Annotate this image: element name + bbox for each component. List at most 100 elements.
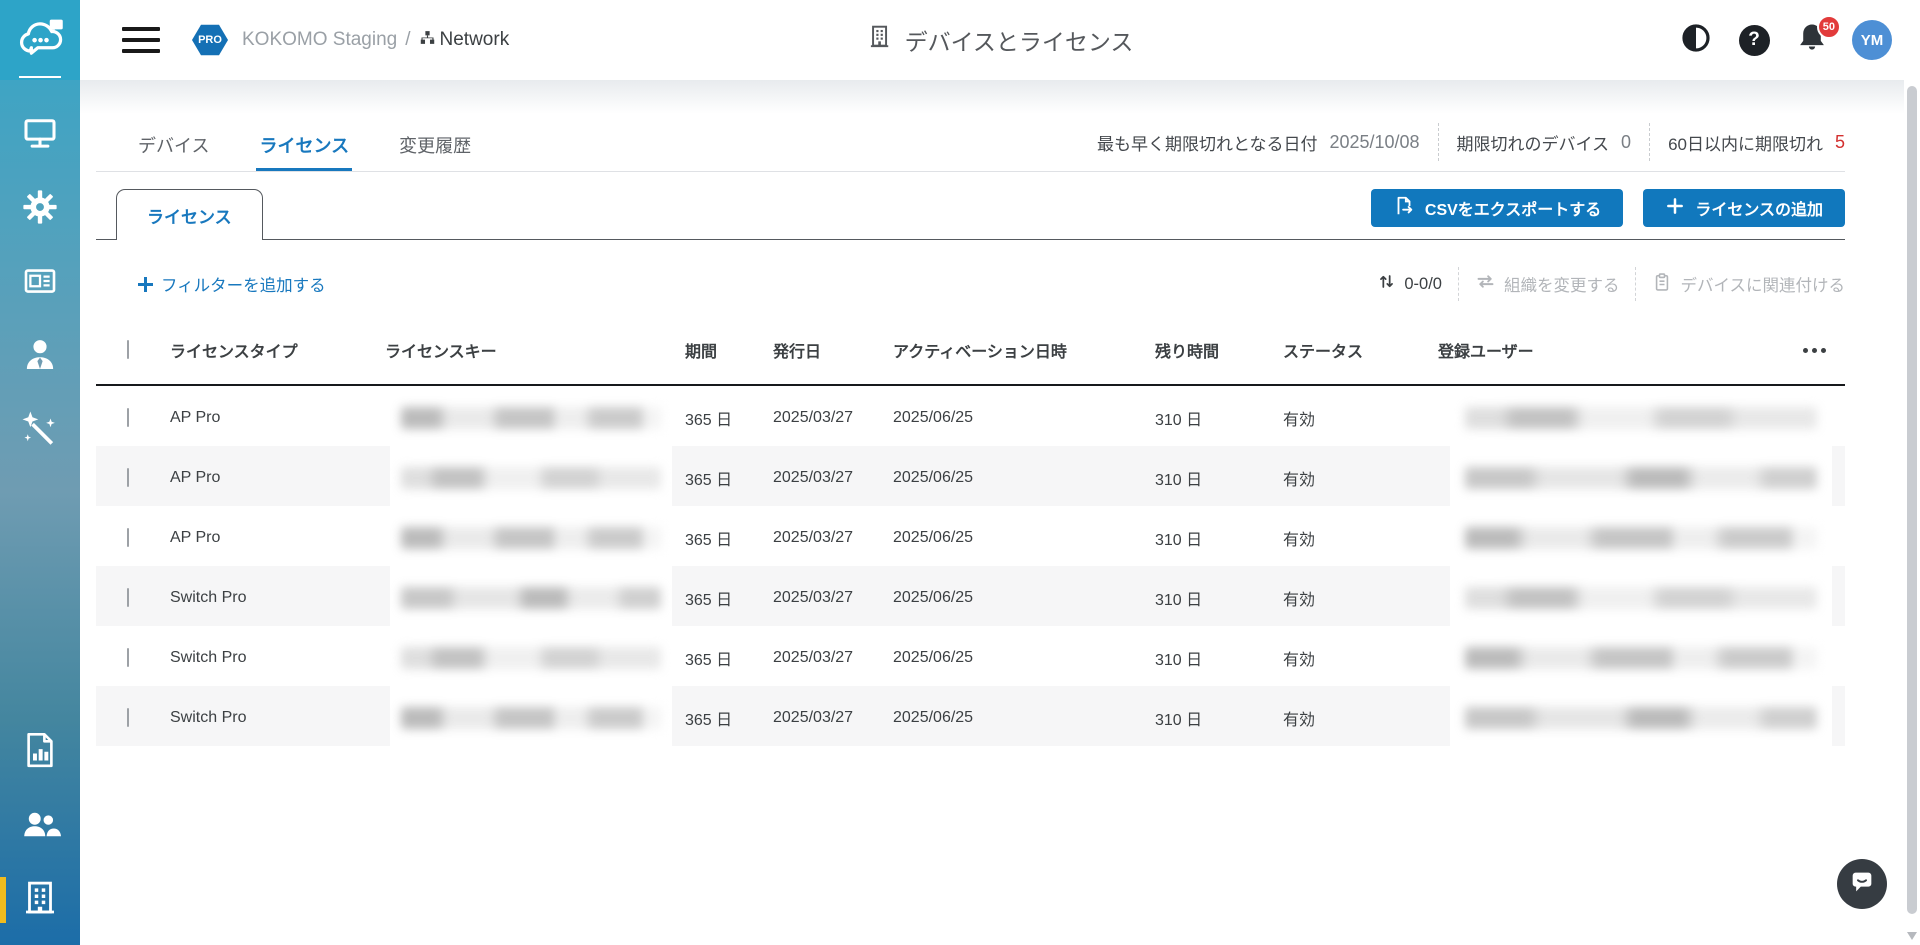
- cell-issued: 2025/03/27: [773, 649, 893, 667]
- chat-bubble-icon: [1848, 868, 1876, 901]
- row-checkbox[interactable]: [127, 588, 129, 607]
- cell-license-type: AP Pro: [170, 469, 385, 487]
- cell-license-type: AP Pro: [170, 529, 385, 547]
- table-row[interactable]: AP Pro 365 日 2025/03/27 2025/06/25 310 日…: [96, 386, 1845, 446]
- plus-icon: [138, 277, 153, 292]
- contrast-icon: [1680, 22, 1712, 59]
- user-avatar[interactable]: YM: [1852, 20, 1892, 60]
- breadcrumb-separator: /: [405, 29, 410, 51]
- tab-licenses[interactable]: ライセンス: [256, 132, 352, 171]
- link-device-button[interactable]: デバイスに関連付ける: [1652, 272, 1845, 297]
- sidebar-nav-bottom: [0, 733, 80, 919]
- gear-icon: [19, 186, 61, 233]
- table-row[interactable]: Switch Pro 365 日 2025/03/27 2025/06/25 3…: [96, 566, 1845, 626]
- sort-range-control[interactable]: 0-0/0: [1377, 272, 1442, 296]
- cell-activated: 2025/06/25: [893, 529, 1155, 547]
- redacted-license-key: [401, 407, 660, 429]
- add-license-label: ライセンスの追加: [1695, 196, 1823, 220]
- panel-header: ライセンス CSVをエクスポートする ライセンスの追: [96, 172, 1845, 240]
- app-logo[interactable]: [0, 0, 80, 80]
- license-summary: 最も早く期限切れとなる日付 2025/10/08 期限切れのデバイス 0 60日…: [1097, 123, 1845, 171]
- breadcrumb-network-label: Network: [440, 29, 510, 51]
- cell-activated: 2025/06/25: [893, 649, 1155, 667]
- summary-divider: [1438, 123, 1439, 161]
- column-menu-icon[interactable]: [1803, 348, 1845, 353]
- sidebar-item-reports[interactable]: [0, 733, 80, 771]
- change-org-label: 組織を変更する: [1504, 272, 1620, 296]
- page-title-text: デバイスとライセンス: [905, 23, 1134, 57]
- monitor-icon: [19, 112, 61, 159]
- add-filter-label: フィルターを追加する: [161, 272, 326, 296]
- add-license-button[interactable]: ライセンスの追加: [1643, 189, 1845, 227]
- col-remaining: 残り時間: [1155, 338, 1283, 362]
- sidebar-item-account[interactable]: [0, 338, 80, 376]
- cloud-chat-logo-icon: [14, 12, 66, 69]
- breadcrumb-organization[interactable]: KOKOMO Staging: [242, 29, 397, 51]
- col-issued: 発行日: [773, 338, 893, 362]
- sort-arrows-icon: [1377, 272, 1396, 296]
- app-sidebar: [0, 0, 80, 945]
- cell-remaining: 310 日: [1155, 406, 1283, 430]
- newspaper-icon: [19, 260, 61, 307]
- row-checkbox[interactable]: [127, 408, 129, 427]
- chat-widget-button[interactable]: [1837, 859, 1887, 909]
- export-csv-button[interactable]: CSVをエクスポートする: [1371, 189, 1623, 227]
- change-org-button[interactable]: 組織を変更する: [1475, 271, 1620, 297]
- select-all-checkbox[interactable]: [127, 340, 129, 359]
- logo-divider: [19, 76, 61, 78]
- expiring-soon-label: 60日以内に期限切れ: [1668, 130, 1823, 155]
- earliest-expiry-label: 最も早く期限切れとなる日付: [1097, 130, 1318, 155]
- cell-term: 365 日: [685, 526, 773, 550]
- redacted-license-key: [401, 587, 660, 609]
- add-filter-link[interactable]: フィルターを追加する: [138, 272, 326, 296]
- toolbar-right: 0-0/0 組織を変更する: [1377, 267, 1845, 301]
- top-header: PRO KOKOMO Staging / Network: [80, 0, 1920, 80]
- cell-issued: 2025/03/27: [773, 529, 893, 547]
- subtab-licenses[interactable]: ライセンス: [116, 189, 263, 240]
- cell-status: 有効: [1283, 586, 1438, 610]
- cell-term: 365 日: [685, 406, 773, 430]
- swap-arrows-icon: [1475, 271, 1496, 297]
- clipboard-icon: [1652, 272, 1672, 297]
- help-button[interactable]: ?: [1736, 22, 1772, 58]
- building-title-icon: [867, 24, 893, 56]
- theme-contrast-button[interactable]: [1678, 22, 1714, 58]
- cell-issued: 2025/03/27: [773, 589, 893, 607]
- toolbar-divider: [1635, 267, 1636, 301]
- breadcrumb-network[interactable]: Network: [419, 29, 510, 52]
- row-checkbox[interactable]: [127, 528, 129, 547]
- row-checkbox[interactable]: [127, 708, 129, 727]
- cell-activated: 2025/06/25: [893, 469, 1155, 487]
- panel-actions: CSVをエクスポートする ライセンスの追加: [1371, 189, 1845, 227]
- row-checkbox[interactable]: [127, 468, 129, 487]
- person-icon: [19, 334, 61, 381]
- notifications-button[interactable]: 50: [1794, 22, 1830, 58]
- help-icon: ?: [1739, 25, 1770, 56]
- sidebar-item-news[interactable]: [0, 264, 80, 302]
- sidebar-item-settings[interactable]: [0, 190, 80, 228]
- sidebar-nav-top: [0, 80, 80, 450]
- sidebar-item-tools[interactable]: [0, 412, 80, 450]
- table-row[interactable]: Switch Pro 365 日 2025/03/27 2025/06/25 3…: [96, 686, 1845, 746]
- scrollbar-thumb[interactable]: [1907, 86, 1917, 914]
- redacted-license-key: [401, 707, 660, 729]
- sidebar-item-users[interactable]: [0, 807, 80, 845]
- expiring-soon: 60日以内に期限切れ 5: [1668, 130, 1845, 155]
- cell-status: 有効: [1283, 466, 1438, 490]
- tabs-row: デバイス ライセンス 変更履歴 最も早く期限切れとなる日付 2025/10/08…: [96, 114, 1845, 172]
- sidebar-item-organization[interactable]: [0, 881, 80, 919]
- cell-remaining: 310 日: [1155, 646, 1283, 670]
- plus-icon: [1665, 196, 1685, 221]
- menu-toggle-button[interactable]: [122, 27, 160, 53]
- scrollbar-down-arrow-icon[interactable]: [1907, 932, 1917, 940]
- page-scrollbar: [1904, 80, 1920, 945]
- table-row[interactable]: AP Pro 365 日 2025/03/27 2025/06/25 310 日…: [96, 446, 1845, 506]
- table-row[interactable]: AP Pro 365 日 2025/03/27 2025/06/25 310 日…: [96, 506, 1845, 566]
- table-row[interactable]: Switch Pro 365 日 2025/03/27 2025/06/25 3…: [96, 626, 1845, 686]
- row-range-label: 0-0/0: [1404, 275, 1442, 294]
- col-status: ステータス: [1283, 338, 1438, 362]
- sidebar-item-monitoring[interactable]: [0, 116, 80, 154]
- tab-history[interactable]: 変更履歴: [396, 132, 474, 171]
- tab-devices[interactable]: デバイス: [135, 132, 212, 171]
- row-checkbox[interactable]: [127, 648, 129, 667]
